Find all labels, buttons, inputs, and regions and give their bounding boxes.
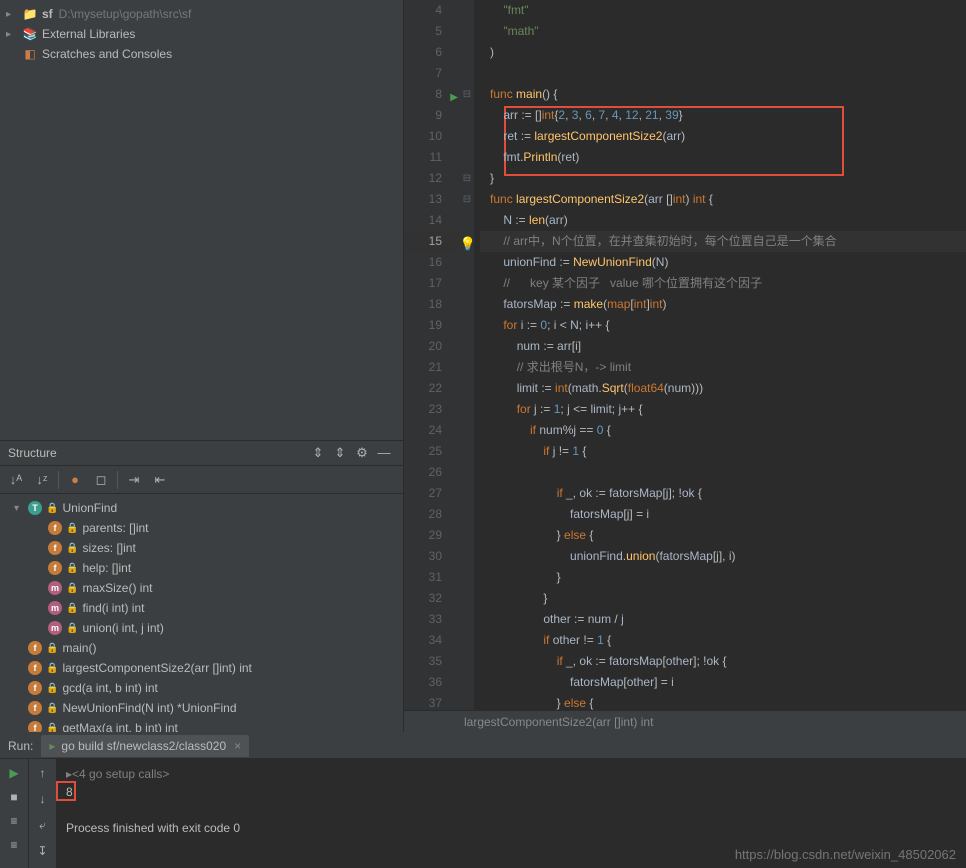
down-icon[interactable]: ↓ — [33, 789, 53, 809]
structure-item[interactable]: m🔒find(i int) int — [0, 598, 403, 618]
structure-header: Structure ⇕ ⇕ ⚙ — — [0, 440, 403, 466]
structure-item[interactable]: f🔒getMax(a int, b int) int — [0, 718, 403, 732]
scratches[interactable]: ◧ Scratches and Consoles — [0, 44, 403, 64]
project-root-label: sf — [42, 7, 53, 21]
structure-item[interactable]: f🔒gcd(a int, b int) int — [0, 678, 403, 698]
collapse-all-icon[interactable]: ⇕ — [329, 442, 351, 464]
structure-item[interactable]: ▾T🔒UnionFind — [0, 498, 403, 518]
run-tabs: Run: ▸ go build sf/newclass2/class020 × — [0, 733, 966, 759]
project-root[interactable]: ▸ 📁 sf D:\mysetup\gopath\src\sf — [0, 4, 403, 24]
code-area[interactable]: 45678▶9101112131415💡16171819202122232425… — [404, 0, 966, 710]
show-fields-icon[interactable]: ● — [65, 470, 85, 490]
main-area: ▸ 📁 sf D:\mysetup\gopath\src\sf ▸ 📚 Exte… — [0, 0, 966, 732]
code-content[interactable]: "fmt" "math" ) func main() { arr := []in… — [474, 0, 966, 710]
structure-item[interactable]: f🔒main() — [0, 638, 403, 658]
structure-item[interactable]: f🔒largestComponentSize2(arr []int) int — [0, 658, 403, 678]
go-icon: ▸ — [49, 739, 55, 753]
run-sidebar-1: ▶ ■ ≡ ≡ — [0, 759, 28, 868]
scratches-icon: ◧ — [22, 47, 38, 61]
fold-column[interactable]: ⊟⊟⊟ — [460, 0, 474, 710]
layout-icon[interactable]: ≡ — [4, 811, 24, 831]
run-sidebar-2: ↑ ↓ ⤶ ↧ — [28, 759, 56, 868]
expand-all-icon[interactable]: ⇕ — [307, 442, 329, 464]
structure-item[interactable]: m🔒maxSize() int — [0, 578, 403, 598]
project-root-path: D:\mysetup\gopath\src\sf — [59, 7, 192, 21]
run-tab[interactable]: ▸ go build sf/newclass2/class020 × — [41, 735, 249, 757]
structure-item[interactable]: f🔒parents: []int — [0, 518, 403, 538]
chevron-right-icon[interactable]: ▸ — [6, 29, 22, 40]
sort-alpha-icon[interactable]: ↓ᴬ — [6, 470, 26, 490]
sort-visibility-icon[interactable]: ↓ᶻ — [32, 470, 52, 490]
structure-body[interactable]: ▾T🔒UnionFindf🔒parents: []intf🔒sizes: []i… — [0, 494, 403, 732]
project-tree[interactable]: ▸ 📁 sf D:\mysetup\gopath\src\sf ▸ 📚 Exte… — [0, 0, 403, 440]
left-column: ▸ 📁 sf D:\mysetup\gopath\src\sf ▸ 📚 Exte… — [0, 0, 404, 732]
structure-item[interactable]: f🔒sizes: []int — [0, 538, 403, 558]
minimize-icon[interactable]: — — [373, 442, 395, 464]
structure-toolbar: ↓ᴬ ↓ᶻ ● ◻ ⇥ ⇤ — [0, 466, 403, 494]
run-label: Run: — [8, 739, 33, 753]
rerun-icon[interactable]: ▶ — [4, 763, 24, 783]
structure-item[interactable]: f🔒NewUnionFind(N int) *UnionFind — [0, 698, 403, 718]
structure-item[interactable]: m🔒union(i int, j int) — [0, 618, 403, 638]
watermark: https://blog.csdn.net/weixin_48502062 — [735, 847, 956, 862]
show-non-public-icon[interactable]: ◻ — [91, 470, 111, 490]
editor-pane: 45678▶9101112131415💡16171819202122232425… — [404, 0, 966, 732]
breadcrumb-text: largestComponentSize2(arr []int) int — [464, 715, 653, 729]
scratches-label: Scratches and Consoles — [42, 47, 172, 61]
ext-libs-label: External Libraries — [42, 27, 135, 41]
stop-icon[interactable]: ■ — [4, 787, 24, 807]
breadcrumb[interactable]: largestComponentSize2(arr []int) int — [404, 710, 966, 732]
chevron-right-icon[interactable]: ▸ — [6, 9, 22, 20]
autoscroll-from-icon[interactable]: ⇤ — [150, 470, 170, 490]
structure-item[interactable]: f🔒help: []int — [0, 558, 403, 578]
external-libraries[interactable]: ▸ 📚 External Libraries — [0, 24, 403, 44]
folder-icon: 📁 — [22, 7, 38, 21]
close-icon[interactable]: × — [234, 739, 241, 753]
settings-icon[interactable]: ≡ — [4, 835, 24, 855]
up-icon[interactable]: ↑ — [33, 763, 53, 783]
library-icon: 📚 — [22, 27, 38, 41]
gear-icon[interactable]: ⚙ — [351, 442, 373, 464]
autoscroll-to-icon[interactable]: ⇥ — [124, 470, 144, 490]
scroll-end-icon[interactable]: ↧ — [33, 841, 53, 861]
gutter[interactable]: 45678▶9101112131415💡16171819202122232425… — [404, 0, 460, 710]
soft-wrap-icon[interactable]: ⤶ — [33, 815, 53, 835]
structure-title: Structure — [8, 446, 307, 460]
run-tab-label: go build sf/newclass2/class020 — [61, 739, 226, 753]
